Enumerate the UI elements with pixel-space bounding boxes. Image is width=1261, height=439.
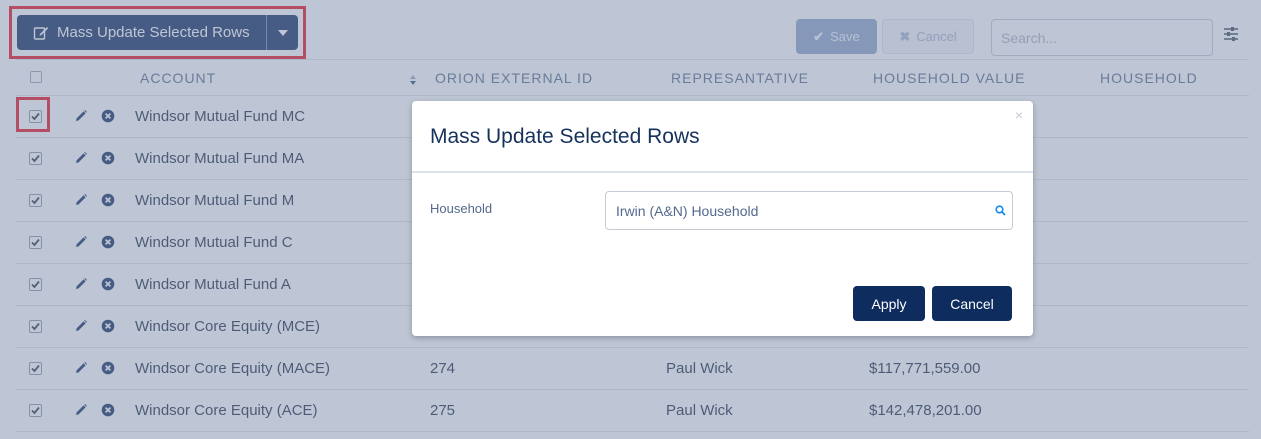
mass-update-modal: Mass Update Selected Rows × Household Ap… [412,101,1033,336]
apply-button[interactable]: Apply [853,286,925,321]
page: Mass Update Selected Rows ✔ Save ✖ Cance… [0,0,1261,439]
modal-divider [412,171,1033,173]
modal-cancel-button[interactable]: Cancel [932,286,1012,321]
search-icon[interactable] [995,205,1006,216]
close-icon[interactable]: × [1015,107,1023,123]
household-lookup-input[interactable] [605,191,1013,230]
household-field-label: Household [430,201,493,216]
modal-title: Mass Update Selected Rows [430,125,700,148]
